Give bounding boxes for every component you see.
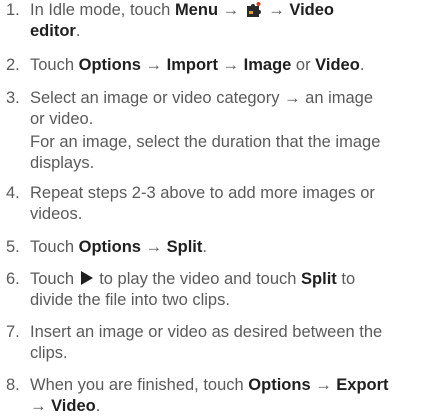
step-4: 4. Repeat steps 2-3 above to add more im… <box>6 184 375 223</box>
step-1: 1. In Idle mode, touch Menu → → Video ed… <box>6 1 335 40</box>
step-7: 7. Insert an image or video as desired b… <box>6 323 383 362</box>
image-keyword: Image <box>243 56 292 74</box>
video-keyword: Video <box>51 397 96 415</box>
step-number: 1. <box>6 1 20 19</box>
step-number: 3. <box>6 89 20 107</box>
options-keyword: Options <box>78 56 141 74</box>
step-number: 2. <box>6 56 20 74</box>
step-number: 4. <box>6 184 20 202</box>
step-8: 8. When you are finished, touch Options … <box>6 376 389 415</box>
step-6: 6. Touch to play the video and touch Spl… <box>6 270 356 309</box>
step-number: 6. <box>6 270 20 288</box>
step-number: 7. <box>6 323 20 341</box>
options-keyword: Options <box>248 376 311 394</box>
step-number: 5. <box>6 238 20 256</box>
menu-keyword: Menu <box>174 1 219 19</box>
import-keyword: Import <box>166 56 218 74</box>
video-keyword: Video <box>315 56 360 74</box>
step-number: 8. <box>6 376 20 394</box>
step-note: For an image, select the duration that t… <box>30 133 381 172</box>
editor-keyword: editor <box>30 22 76 40</box>
split-keyword: Split <box>301 270 337 288</box>
export-keyword: Export <box>336 376 389 394</box>
play-icon <box>80 271 93 285</box>
split-keyword: Split <box>166 238 203 256</box>
options-keyword: Options <box>78 238 141 256</box>
video-keyword: Video <box>289 1 335 19</box>
step-5: 5. Touch Options → Split. <box>6 238 207 256</box>
step-2: 2. Touch Options → Import → Image or Vid… <box>6 56 365 74</box>
step-3: 3. Select an image or video category → a… <box>0 88 430 174</box>
applications-puzzle-icon <box>246 2 261 17</box>
instruction-list: 1. In Idle mode, touch Menu → → Video ed… <box>0 0 439 420</box>
